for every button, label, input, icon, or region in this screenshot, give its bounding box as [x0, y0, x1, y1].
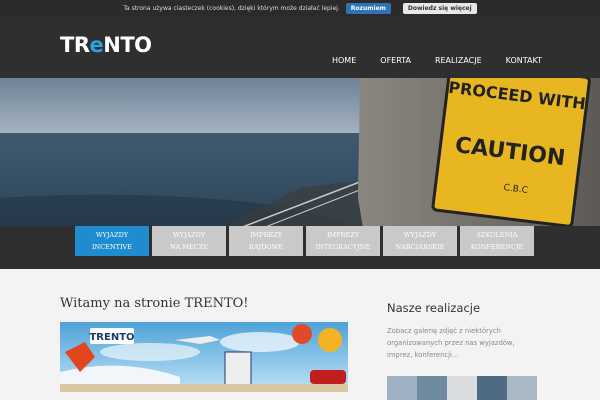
balloon-1 [292, 324, 312, 344]
banner-logo: TRENTO [89, 332, 134, 343]
caution-sign: PROCEED WITH CAUTION C.B.C [431, 78, 591, 228]
car-illustration [310, 370, 346, 384]
road-sign [224, 351, 252, 389]
nav-kontakt[interactable]: KONTAKT [506, 56, 542, 65]
cookie-accept-button[interactable]: Rozumiem [345, 2, 391, 14]
gallery-thumb[interactable] [507, 376, 537, 400]
site-logo[interactable]: TReNTO [60, 33, 152, 57]
category-imprezy-integracyjne[interactable]: IMPREZY INTEGRACYJNE [306, 226, 380, 256]
gallery-thumb[interactable] [447, 376, 477, 400]
gallery-thumbnails[interactable] [387, 376, 537, 400]
main-nav: HOME OFERTA REALIZACJE KONTAKT [332, 56, 542, 65]
balloon-2 [318, 328, 342, 352]
promo-banner[interactable]: TRENTO [60, 322, 348, 392]
nav-oferta[interactable]: OFERTA [380, 56, 411, 65]
gallery-thumb[interactable] [417, 376, 447, 400]
page-title: Witamy na stronie TRENTO! [60, 296, 249, 311]
gallery-thumb[interactable] [387, 376, 417, 400]
category-wyjazdy-na-mecze[interactable]: WYJAZDY NA MECZE [152, 226, 226, 256]
category-tabs: WYJAZDY INCENTIVE WYJAZDY NA MECZE IMPREZY… [75, 226, 534, 256]
category-imprezy-rajdowe[interactable]: IMPREZY RAJDOWE [229, 226, 303, 256]
cookie-bar: Ta strona używa ciasteczek (cookies), dz… [0, 0, 600, 16]
nav-realizacje[interactable]: REALIZACJE [435, 56, 482, 65]
gallery-thumb[interactable] [477, 376, 507, 400]
cookie-text: Ta strona używa ciasteczek (cookies), dz… [123, 4, 340, 12]
category-wyjazdy-incentive[interactable]: WYJAZDY INCENTIVE [75, 226, 149, 256]
cookie-more-button[interactable]: Dowiedz się więcej [402, 2, 477, 14]
category-szkolenia-konferencje[interactable]: SZKOLENIA KONFERENCJE [460, 226, 534, 256]
main-content: Witamy na stronie TRENTO! TRENTO Nasze r… [0, 269, 600, 400]
sidebar-title: Nasze realizacje [387, 301, 481, 315]
category-wyjazdy-narciarskie[interactable]: WYJAZDY NARCIARSKIE [383, 226, 457, 256]
nav-home[interactable]: HOME [332, 56, 356, 65]
sidebar-text: Zobacz galerię zdjęć z niektórych organi… [387, 327, 515, 359]
site-header: TReNTO HOME OFERTA REALIZACJE KONTAKT [0, 16, 600, 78]
